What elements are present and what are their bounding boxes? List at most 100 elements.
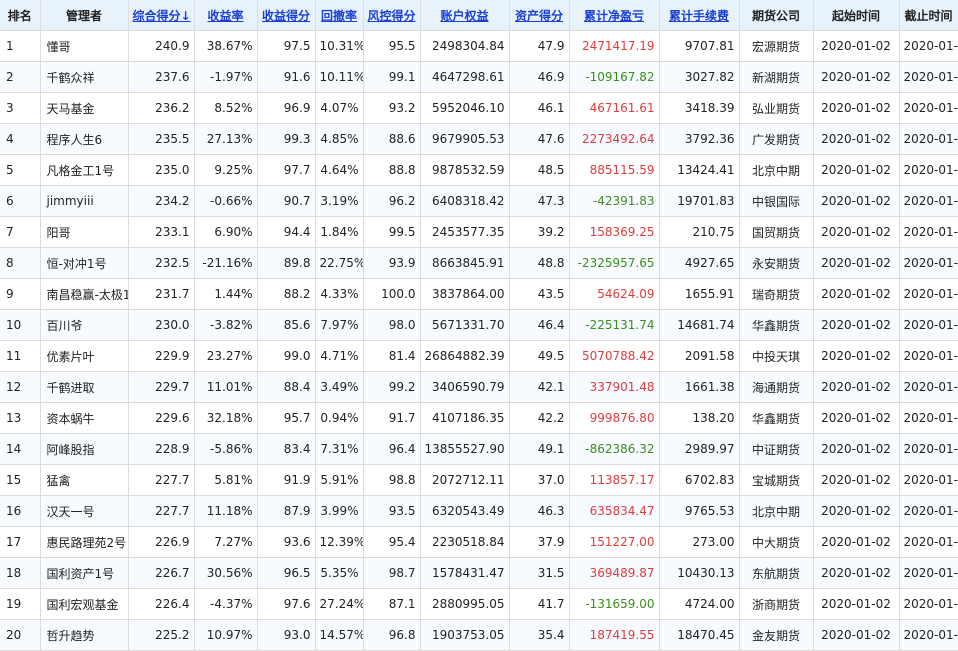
header-score[interactable]: 综合得分↓ [128, 0, 195, 31]
asset-score-cell: 35.4 [509, 619, 570, 651]
start-date-cell: 2020-01-02 [813, 557, 900, 589]
rank-cell: 1 [0, 30, 41, 62]
table-row: 8 恒-对冲1号 232.5 -21.16% 89.8 22.75% 93.9 8663845… [0, 247, 958, 279]
return-score-cell: 93.0 [257, 619, 316, 651]
net-pnl-cell: 187419.55 [569, 619, 660, 651]
company-cell: 国贸期货 [739, 216, 814, 248]
drawdown-cell: 0.94% [315, 402, 364, 434]
net-pnl-cell: 113857.17 [569, 464, 660, 496]
drawdown-cell: 3.99% [315, 495, 364, 527]
drawdown-cell: 10.11% [315, 61, 364, 93]
sort-risk-score-link[interactable]: 风控得分 [368, 9, 416, 23]
fee-cell: 9765.53 [659, 495, 740, 527]
company-cell: 东航期货 [739, 557, 814, 589]
end-date-cell: 2020-01-17 [899, 371, 958, 403]
header-risk-score[interactable]: 风控得分 [363, 0, 421, 31]
score-cell: 233.1 [128, 216, 195, 248]
start-date-cell: 2020-01-02 [813, 588, 900, 620]
fee-cell: 14681.74 [659, 309, 740, 341]
sort-score-link[interactable]: 综合得分↓ [133, 9, 191, 23]
table-row: 13 资本蜗牛 229.6 32.18% 95.7 0.94% 91.7 4107186.35… [0, 402, 958, 434]
sort-asset-score-link[interactable]: 资产得分 [515, 9, 563, 23]
end-date-cell: 2020-01-17 [899, 619, 958, 651]
asset-score-cell: 47.6 [509, 123, 570, 155]
sort-fee-link[interactable]: 累计手续费 [669, 9, 729, 23]
equity-cell: 1903753.05 [420, 619, 510, 651]
return-cell: -4.37% [194, 588, 258, 620]
return-score-cell: 96.5 [257, 557, 316, 589]
manager-cell: 国利宏观基金 [40, 588, 129, 620]
rank-cell: 4 [0, 123, 41, 155]
company-cell: 广发期货 [739, 123, 814, 155]
table-body: 1 懂哥 240.9 38.67% 97.5 10.31% 95.5 2498304.84 47… [0, 30, 958, 651]
asset-score-cell: 31.5 [509, 557, 570, 589]
return-cell: 7.27% [194, 526, 258, 558]
fee-cell: 18470.45 [659, 619, 740, 651]
drawdown-cell: 3.19% [315, 185, 364, 217]
sort-drawdown-link[interactable]: 回撤率 [321, 9, 357, 23]
rank-cell: 14 [0, 433, 41, 465]
asset-score-cell: 43.5 [509, 278, 570, 310]
start-date-cell: 2020-01-02 [813, 185, 900, 217]
sort-net-pnl-link[interactable]: 累计净盈亏 [584, 9, 644, 23]
end-date-cell: 2020-01-17 [899, 464, 958, 496]
return-score-cell: 91.9 [257, 464, 316, 496]
start-date-cell: 2020-01-02 [813, 464, 900, 496]
return-score-cell: 97.7 [257, 154, 316, 186]
equity-cell: 2498304.84 [420, 30, 510, 62]
equity-cell: 9679905.53 [420, 123, 510, 155]
fee-cell: 4927.65 [659, 247, 740, 279]
header-net-pnl[interactable]: 累计净盈亏 [569, 0, 660, 31]
fee-cell: 4724.00 [659, 588, 740, 620]
manager-cell: 天马基金 [40, 92, 129, 124]
company-cell: 金友期货 [739, 619, 814, 651]
risk-score-cell: 93.9 [363, 247, 421, 279]
asset-score-cell: 46.3 [509, 495, 570, 527]
rank-cell: 6 [0, 185, 41, 217]
return-score-cell: 95.7 [257, 402, 316, 434]
manager-cell: 资本蜗牛 [40, 402, 129, 434]
end-date-cell: 2020-01-17 [899, 526, 958, 558]
sort-equity-link[interactable]: 账户权益 [440, 9, 488, 23]
header-return[interactable]: 收益率 [194, 0, 258, 31]
header-equity[interactable]: 账户权益 [420, 0, 510, 31]
risk-score-cell: 96.4 [363, 433, 421, 465]
net-pnl-cell: 151227.00 [569, 526, 660, 558]
table-row: 15 猛禽 227.7 5.81% 91.9 5.91% 98.8 2072712.11 37.… [0, 464, 958, 496]
return-cell: -0.66% [194, 185, 258, 217]
equity-cell: 2230518.84 [420, 526, 510, 558]
table-row: 19 国利宏观基金 226.4 -4.37% 97.6 27.24% 87.1 2880995… [0, 588, 958, 620]
company-cell: 瑞奇期货 [739, 278, 814, 310]
start-date-cell: 2020-01-02 [813, 495, 900, 527]
manager-cell: 哲升趋势 [40, 619, 129, 651]
score-cell: 235.5 [128, 123, 195, 155]
sort-return-link[interactable]: 收益率 [207, 9, 243, 23]
score-cell: 227.7 [128, 464, 195, 496]
drawdown-cell: 5.35% [315, 557, 364, 589]
sort-return-score-link[interactable]: 收益得分 [262, 9, 310, 23]
asset-score-cell: 41.7 [509, 588, 570, 620]
company-cell: 华鑫期货 [739, 309, 814, 341]
header-return-score[interactable]: 收益得分 [257, 0, 316, 31]
score-cell: 229.7 [128, 371, 195, 403]
end-date-cell: 2020-01-17 [899, 185, 958, 217]
end-date-cell: 2020-01-17 [899, 278, 958, 310]
end-date-cell: 2020-01-17 [899, 123, 958, 155]
return-cell: 23.27% [194, 340, 258, 372]
header-fee[interactable]: 累计手续费 [659, 0, 740, 31]
return-score-cell: 89.8 [257, 247, 316, 279]
score-cell: 237.6 [128, 61, 195, 93]
fee-cell: 2091.58 [659, 340, 740, 372]
drawdown-cell: 7.31% [315, 433, 364, 465]
table-row: 4 程序人生6 235.5 27.13% 99.3 4.85% 88.6 9679905.53… [0, 123, 958, 155]
rank-cell: 18 [0, 557, 41, 589]
start-date-cell: 2020-01-02 [813, 30, 900, 62]
company-cell: 海通期货 [739, 371, 814, 403]
end-date-cell: 2020-01-17 [899, 247, 958, 279]
risk-score-cell: 98.7 [363, 557, 421, 589]
company-cell: 宏源期货 [739, 30, 814, 62]
return-score-cell: 93.6 [257, 526, 316, 558]
header-asset-score[interactable]: 资产得分 [509, 0, 570, 31]
header-drawdown[interactable]: 回撤率 [315, 0, 364, 31]
table-row: 12 千鹤进取 229.7 11.01% 88.4 3.49% 99.2 3406590.79… [0, 371, 958, 403]
